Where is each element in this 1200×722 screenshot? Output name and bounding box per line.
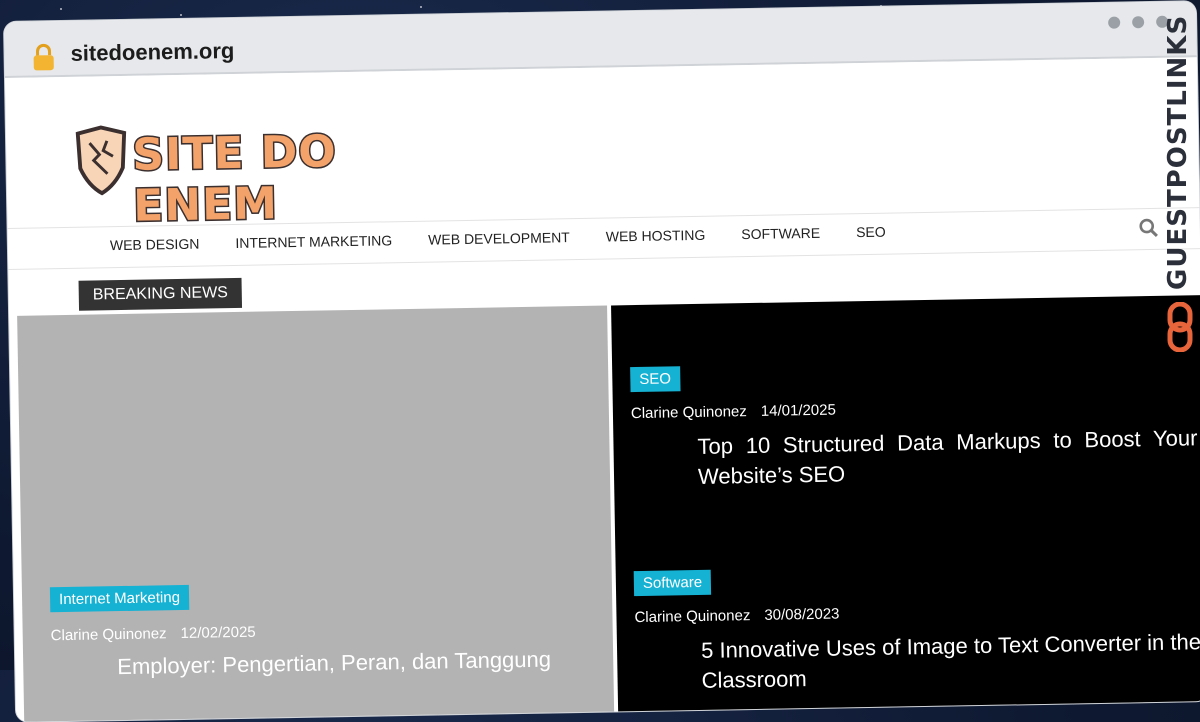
link-icon (1167, 302, 1193, 352)
breaking-news-label: BREAKING NEWS (78, 277, 243, 311)
window-dot[interactable] (1108, 16, 1121, 29)
nav-item-web-design[interactable]: WEB DESIGN (92, 235, 218, 254)
window-controls (1108, 15, 1169, 29)
post-author[interactable]: Clarine Quinonez (631, 403, 747, 422)
post-date: 12/02/2025 (180, 623, 256, 643)
post-author[interactable]: Clarine Quinonez (634, 607, 750, 626)
post-title[interactable]: Employer: Pengertian, Peran, dan Tanggun… (117, 643, 613, 682)
category-tag[interactable]: Software (633, 569, 712, 597)
nav-item-web-hosting[interactable]: WEB HOSTING (588, 226, 724, 245)
web-page: SITE DO ENEM WEB DESIGN INTERNET MARKETI… (4, 57, 1200, 722)
nav-item-internet-marketing[interactable]: INTERNET MARKETING (217, 232, 410, 251)
post-author[interactable]: Clarine Quinonez (51, 625, 167, 644)
nav-item-web-development[interactable]: WEB DEVELOPMENT (410, 229, 588, 248)
logo-shield-icon (75, 125, 127, 196)
featured-posts-right: SEO Clarine Quinonez 14/01/2025 Top 10 S… (611, 294, 1200, 722)
browser-window: sitedoenem.org SITE DO ENEM WEB DESIGN I… (4, 1, 1200, 722)
nav-item-software[interactable]: SOFTWARE (723, 224, 838, 242)
lock-icon (33, 43, 54, 71)
post-meta: Clarine Quinonez 30/08/2023 (634, 606, 839, 627)
post-meta: Clarine Quinonez 12/02/2025 (51, 624, 256, 645)
logo-text: SITE DO ENEM (130, 125, 338, 234)
category-tag[interactable]: SEO (630, 366, 681, 393)
featured-post-left[interactable]: Internet Marketing Clarine Quinonez 12/0… (17, 305, 615, 722)
star (60, 8, 62, 10)
watermark-text: GUESTPOSTLINKS (1163, 14, 1193, 290)
site-logo[interactable]: SITE DO ENEM (72, 118, 453, 233)
star (180, 14, 182, 16)
post-date: 14/01/2025 (760, 401, 837, 420)
window-dot[interactable] (1132, 16, 1145, 29)
search-icon[interactable] (1138, 217, 1160, 239)
nav-items: WEB DESIGN INTERNET MARKETING WEB DEVELO… (92, 223, 904, 254)
address-bar[interactable]: sitedoenem.org (70, 38, 234, 67)
post-title[interactable]: 5 Innovative Uses of Image to Text Conve… (701, 627, 1200, 696)
post-title[interactable]: Top 10 Structured Data Markups to Boost … (697, 423, 1198, 492)
nav-item-seo[interactable]: SEO (838, 223, 904, 241)
star (420, 6, 422, 8)
post-meta: Clarine Quinonez 14/01/2025 (631, 402, 836, 423)
category-tag[interactable]: Internet Marketing (49, 584, 190, 613)
post-date: 30/08/2023 (764, 605, 840, 624)
